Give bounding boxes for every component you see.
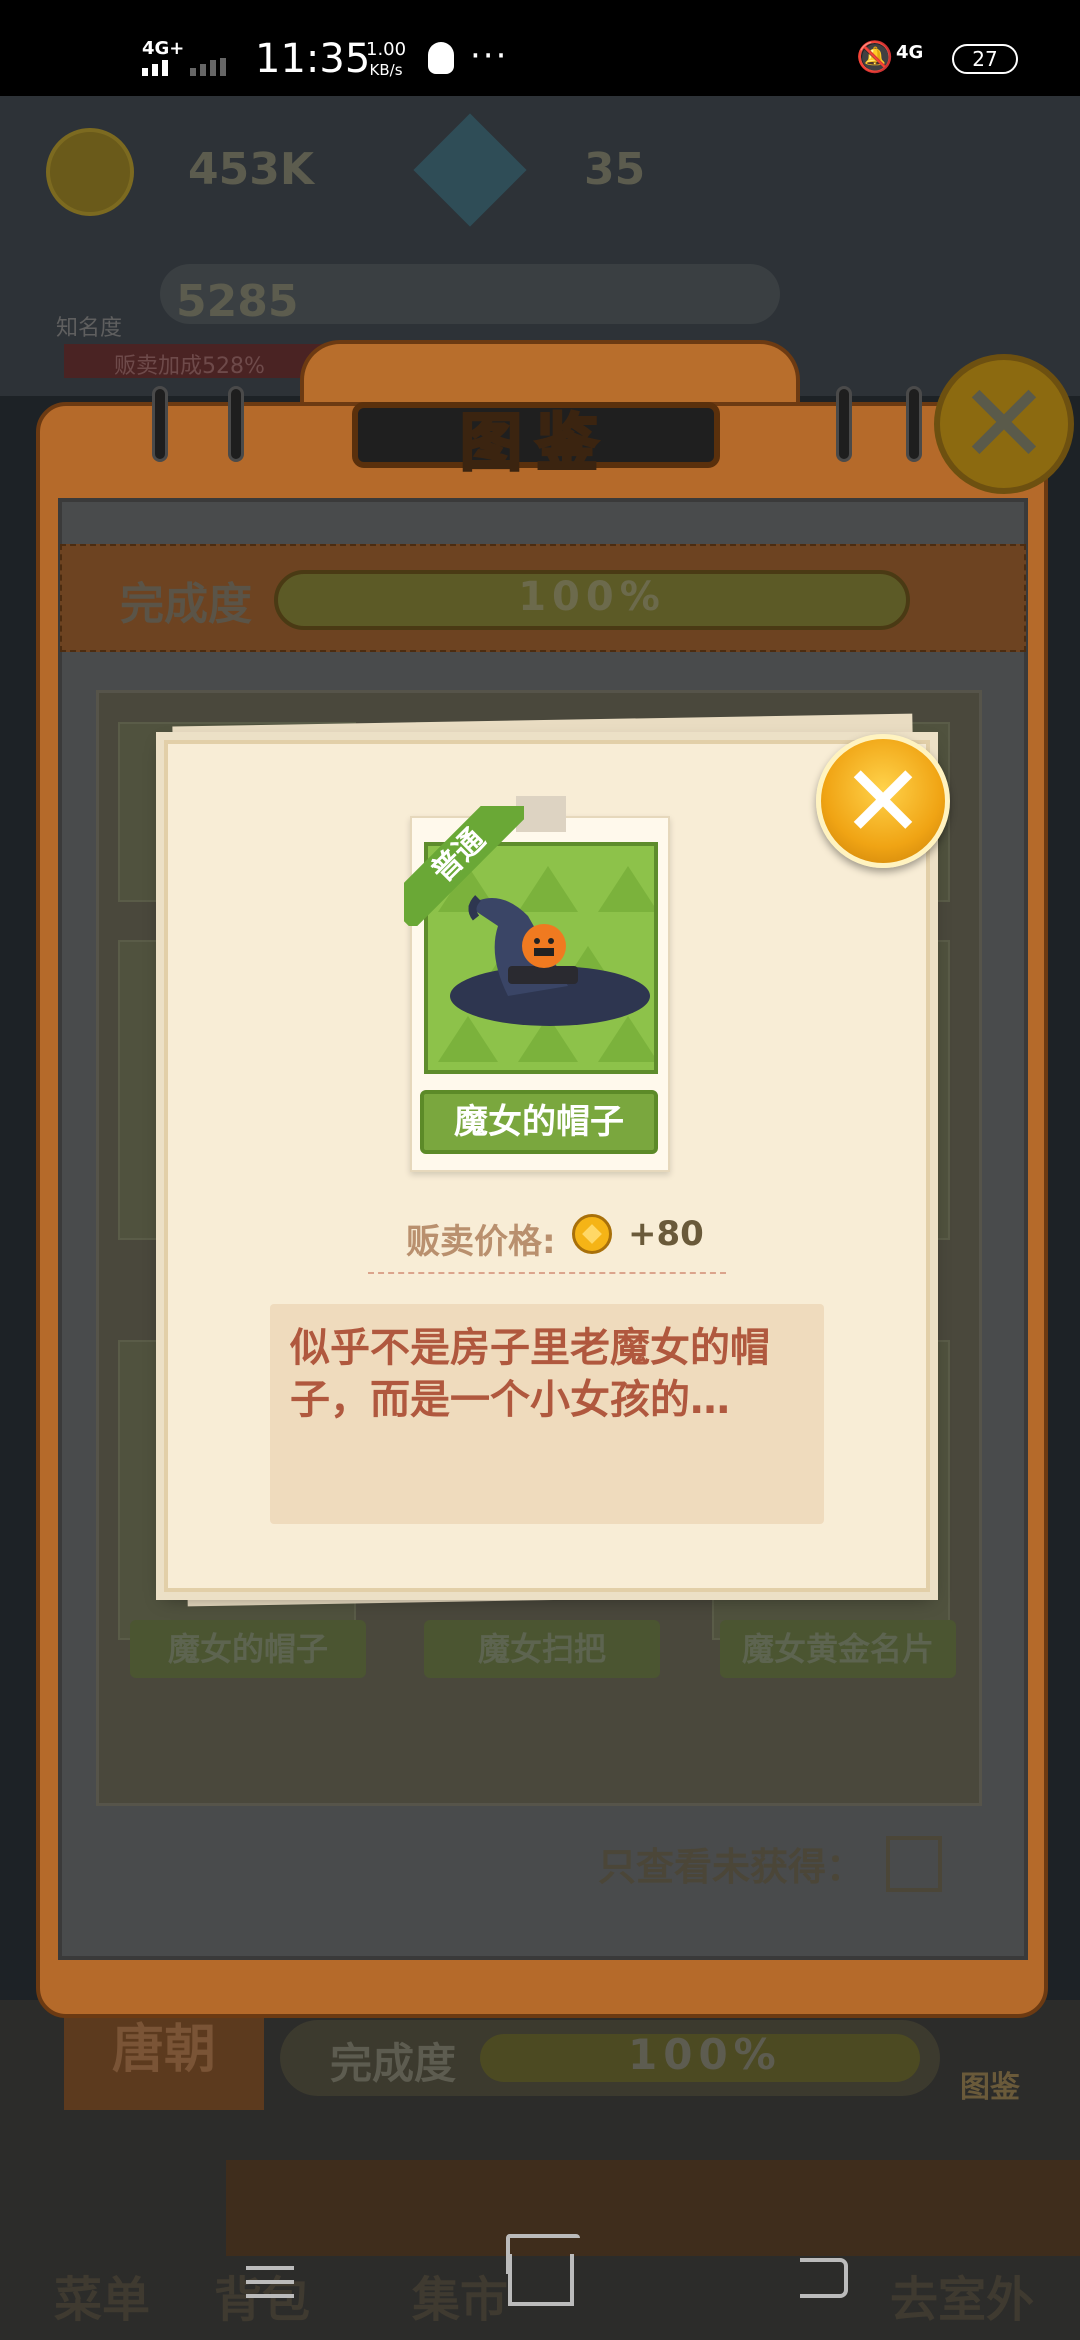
status-bar: 4G+ 11:35 1.00 KB/s ··· 🔕 4G 27 <box>0 0 1080 96</box>
close-icon: ✕ <box>841 743 925 860</box>
coin-icon <box>572 1214 612 1254</box>
coin-icon <box>46 128 134 216</box>
completion-progress-bar: 100% <box>274 570 910 630</box>
rarity-label: 普通 <box>404 806 524 926</box>
price-label: 贩卖价格: <box>406 1222 556 1262</box>
book-title-plate: 图鉴 <box>352 402 720 481</box>
close-icon: ✕ <box>957 360 1051 488</box>
nav-menu-icon[interactable] <box>246 2260 294 2300</box>
network-speed: 1.00 KB/s <box>366 39 407 80</box>
signal-icon <box>142 58 242 76</box>
binder-ring <box>906 386 922 462</box>
tab-market[interactable]: 集市 <box>412 2260 508 2330</box>
book-title: 图鉴 <box>458 405 612 481</box>
divider <box>368 1272 726 1274</box>
gem-count: 35 <box>584 144 646 195</box>
nav-back-icon[interactable] <box>800 2258 848 2298</box>
book-close-button[interactable]: ✕ <box>934 354 1074 494</box>
qq-icon <box>428 42 454 74</box>
price-value: +80 <box>628 1214 704 1254</box>
item-name: 魔女的帽子 <box>420 1090 658 1154</box>
binder-ring <box>228 386 244 462</box>
battery-indicator: 27 <box>952 44 1018 74</box>
item-description: 似乎不是房子里老魔女的帽子，而是一个小女孩的… <box>270 1304 824 1524</box>
filter-unowned-label: 只查看未获得： <box>598 1845 865 1889</box>
network-indicator-2: 4G <box>896 42 924 63</box>
network-indicator: 4G+ <box>142 38 185 59</box>
fame-label: 知名度 <box>56 316 123 341</box>
tab-menu[interactable]: 菜单 <box>54 2260 150 2330</box>
filter-unowned-checkbox[interactable] <box>886 1836 942 1892</box>
book-completion: 完成度 100% <box>60 544 1026 652</box>
more-notifications-icon: ··· <box>470 36 509 76</box>
card-name: 魔女的帽子 <box>130 1620 366 1678</box>
bell-muted-icon: 🔕 <box>856 40 894 75</box>
rarity-ribbon: 普通 <box>404 806 524 926</box>
nav-home-icon[interactable] <box>508 2254 574 2306</box>
binder-ring <box>836 386 852 462</box>
coin-count: 453K <box>188 144 314 195</box>
card-name: 魔女扫把 <box>424 1620 660 1678</box>
card-name: 魔女黄金名片 <box>720 1620 956 1678</box>
completion-value: 100% <box>518 574 666 620</box>
tab-outdoor[interactable]: 去室外 <box>890 2260 1034 2330</box>
completion-label: 完成度 <box>120 579 252 630</box>
fame-value: 5285 <box>176 276 299 327</box>
binder-ring <box>152 386 168 462</box>
sale-bonus: 贩卖加成528% <box>64 344 324 379</box>
popup-close-button[interactable]: ✕ <box>816 734 950 868</box>
era-completion: 完成度 100% <box>280 2020 940 2096</box>
clock: 11:35 <box>255 36 371 82</box>
